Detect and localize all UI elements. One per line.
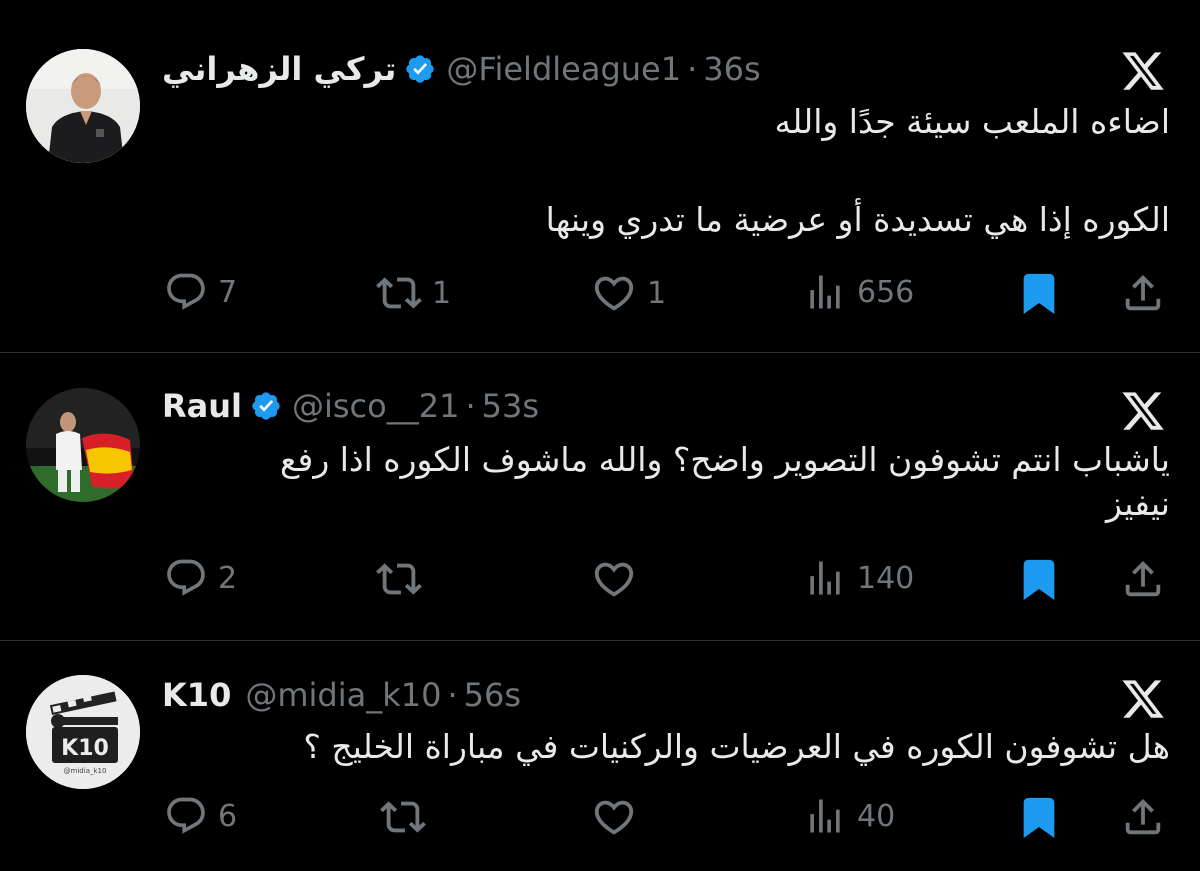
avatar[interactable] — [26, 388, 140, 502]
like-count: 1 — [647, 275, 667, 311]
avatar-logo-subtext: @midia_k10 — [64, 767, 107, 775]
tweet-header: K10 @midia_k10 · 56s — [162, 673, 521, 717]
retweet-button[interactable] — [376, 556, 432, 602]
views-button[interactable]: 40 — [803, 794, 895, 838]
tweet-text-line — [160, 144, 1170, 198]
reply-button[interactable]: 7 — [164, 270, 237, 314]
tweet-actions: 2 140 — [0, 556, 1200, 606]
avatar-photo — [26, 49, 140, 163]
retweet-icon — [380, 801, 426, 833]
avatar[interactable] — [26, 49, 140, 163]
like-button[interactable] — [591, 556, 647, 602]
like-button[interactable] — [591, 794, 647, 840]
x-logo-icon — [1122, 680, 1164, 718]
reply-count: 6 — [218, 798, 238, 834]
x-logo-icon — [1122, 52, 1164, 90]
tweet-text-line: ياشباب انتم تشوفون التصوير واضح؟ والله م… — [279, 440, 1170, 479]
tweet-text: اضاءه الملعب سيئة جدًا والله الكوره إذا … — [160, 100, 1170, 242]
separator-dot: · — [465, 387, 476, 425]
handle[interactable]: @Fieldleague1 — [446, 50, 681, 88]
share-button[interactable] — [1120, 270, 1166, 316]
tweet-header: تركي الزهراني @Fieldleague1 · 36s — [162, 47, 761, 91]
bookmark-button[interactable] — [1016, 794, 1062, 840]
views-button[interactable]: 140 — [803, 556, 914, 600]
tweet-2[interactable]: Raul @isco__21 · 53s ياشباب انتم تشوفون … — [0, 353, 1200, 640]
timestamp[interactable]: 36s — [703, 50, 760, 88]
display-name[interactable]: K10 — [162, 676, 231, 714]
display-name[interactable]: تركي الزهراني — [162, 50, 396, 88]
tweet-actions: 6 40 — [0, 794, 1200, 844]
views-icon — [810, 561, 840, 595]
tweet-actions: 7 1 1 656 — [0, 266, 1200, 316]
timestamp[interactable]: 53s — [482, 387, 539, 425]
like-icon — [594, 562, 634, 597]
tweet-text-line: الكوره إذا هي تسديدة أو عرضية ما تدري وي… — [545, 200, 1170, 239]
bookmark-filled-icon — [1023, 559, 1055, 600]
separator-dot: · — [447, 676, 458, 714]
reply-button[interactable]: 2 — [164, 556, 237, 600]
tweet-text: ياشباب انتم تشوفون التصوير واضح؟ والله م… — [160, 438, 1170, 526]
views-count: 656 — [857, 274, 915, 310]
avatar-logo: K10 @midia_k10 — [26, 675, 140, 789]
reply-count: 7 — [218, 274, 238, 310]
bookmark-button[interactable] — [1016, 270, 1062, 316]
verified-badge-icon — [250, 390, 282, 422]
tweet-1[interactable]: تركي الزهراني @Fieldleague1 · 36s اضاءه … — [0, 0, 1200, 352]
tweet-text-line: نيفيز — [1105, 484, 1170, 523]
separator-dot: · — [687, 50, 698, 88]
share-button[interactable] — [1120, 794, 1166, 840]
avatar-photo — [26, 388, 140, 502]
retweet-icon — [376, 277, 422, 309]
display-name[interactable]: Raul — [162, 387, 242, 425]
like-icon — [594, 800, 634, 835]
tweet-text: هل تشوفون الكوره في العرضيات والركنيات ف… — [160, 725, 1170, 769]
handle[interactable]: @midia_k10 — [245, 676, 441, 714]
avatar[interactable]: K10 @midia_k10 — [26, 675, 140, 789]
views-count: 40 — [857, 798, 896, 834]
reply-icon — [167, 797, 205, 834]
share-icon — [1125, 798, 1161, 835]
tweet-text-line: اضاءه الملعب سيئة جدًا والله — [774, 102, 1170, 141]
timestamp[interactable]: 56s — [464, 676, 521, 714]
x-logo-icon — [1122, 392, 1164, 430]
views-button[interactable]: 656 — [803, 270, 914, 314]
share-icon — [1125, 560, 1161, 597]
share-icon — [1125, 274, 1161, 311]
retweet-icon — [376, 563, 422, 595]
like-icon — [594, 276, 634, 311]
verified-badge-icon — [404, 53, 436, 85]
share-button[interactable] — [1120, 556, 1166, 602]
retweet-button[interactable] — [380, 794, 436, 840]
handle[interactable]: @isco__21 — [292, 387, 459, 425]
avatar-logo-text: K10 — [61, 736, 109, 761]
views-icon — [810, 275, 840, 309]
reply-icon — [167, 273, 205, 310]
bookmark-filled-icon — [1023, 797, 1055, 838]
reply-count: 2 — [218, 560, 238, 596]
views-icon — [810, 799, 840, 833]
bookmark-button[interactable] — [1016, 556, 1062, 602]
retweet-button[interactable]: 1 — [376, 270, 451, 316]
like-button[interactable]: 1 — [591, 270, 666, 316]
bookmark-filled-icon — [1023, 273, 1055, 314]
tweet-3[interactable]: K10 @midia_k10 K10 @midia_k10 · 56s هل ت… — [0, 641, 1200, 871]
retweet-count: 1 — [432, 275, 452, 311]
views-count: 140 — [857, 560, 915, 596]
tweet-text-line: هل تشوفون الكوره في العرضيات والركنيات ف… — [303, 727, 1170, 766]
tweet-header: Raul @isco__21 · 53s — [162, 384, 539, 428]
reply-icon — [167, 559, 205, 596]
reply-button[interactable]: 6 — [164, 794, 237, 838]
